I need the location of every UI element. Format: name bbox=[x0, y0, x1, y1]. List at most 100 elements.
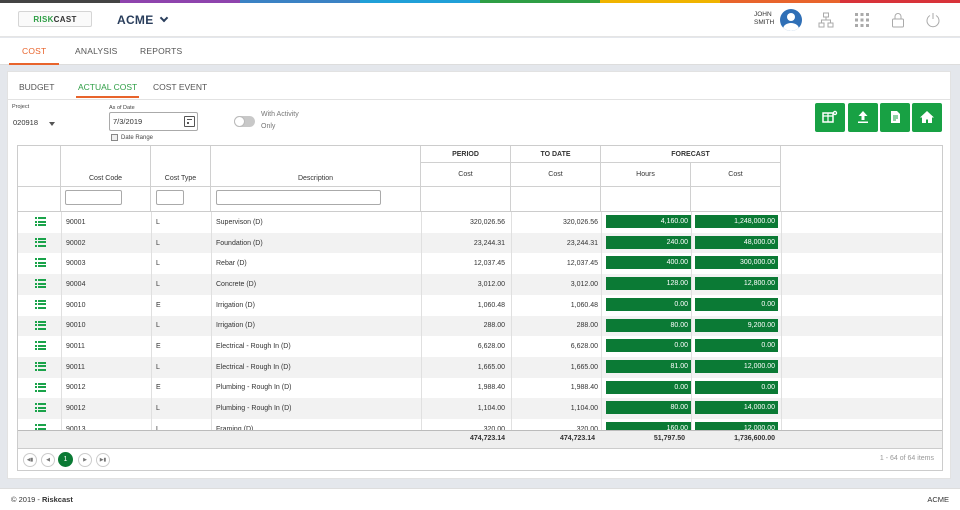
prev-page-button[interactable]: ◀ bbox=[41, 453, 55, 467]
columns-settings-button[interactable] bbox=[815, 103, 845, 132]
logo-part-risk: RISK bbox=[33, 14, 54, 24]
tab-cost-event[interactable]: COST EVENT bbox=[153, 82, 207, 92]
first-page-button[interactable]: ◀▮ bbox=[23, 453, 37, 467]
header-cost-type[interactable]: Cost Type bbox=[151, 146, 211, 186]
cell-forecast-hours[interactable]: 80.00 bbox=[606, 401, 691, 415]
cell-period-cost: 288.00 bbox=[483, 322, 505, 330]
cell-period-cost: 1,665.00 bbox=[477, 363, 505, 371]
row-details-icon[interactable] bbox=[35, 237, 46, 247]
total-forecast-hours: 51,797.50 bbox=[653, 435, 685, 442]
lock-icon[interactable] bbox=[890, 12, 906, 28]
cost-code-filter[interactable] bbox=[65, 190, 122, 205]
cell-forecast-cost[interactable]: 0.00 bbox=[695, 297, 778, 311]
row-details-icon[interactable] bbox=[35, 279, 46, 289]
header-to-date-cost[interactable]: Cost bbox=[511, 163, 601, 186]
row-details-icon[interactable] bbox=[35, 382, 46, 392]
cell-forecast-hours[interactable]: 160.00 bbox=[606, 422, 691, 430]
calendar-icon[interactable] bbox=[184, 116, 195, 127]
header-forecast-hours[interactable]: Hours bbox=[601, 163, 691, 186]
header-cost-code[interactable]: Cost Code bbox=[61, 146, 151, 186]
next-page-button[interactable]: ▶ bbox=[78, 453, 92, 467]
cost-type-filter[interactable] bbox=[156, 190, 184, 205]
tab-budget[interactable]: BUDGET bbox=[19, 82, 54, 92]
user-first-name: JOHN bbox=[754, 11, 772, 18]
cell-forecast-hours[interactable]: 0.00 bbox=[606, 380, 691, 394]
table-row[interactable]: 90002 L Foundation (D) 23,244.31 23,244.31 24… bbox=[18, 232, 942, 254]
cell-forecast-cost[interactable]: 12,800.00 bbox=[695, 277, 778, 291]
cell-forecast-hours[interactable]: 81.00 bbox=[606, 359, 691, 373]
cell-forecast-cost[interactable]: 14,000.00 bbox=[695, 401, 778, 415]
table-row[interactable]: 90010 L Irrigation (D) 288.00 288.00 80.00 9,2… bbox=[18, 315, 942, 337]
logo-part-cast: CAST bbox=[53, 14, 77, 24]
cost-panel: BUDGET ACTUAL COST COST EVENT Project 02… bbox=[7, 71, 951, 479]
table-row[interactable]: 90001 L Supervison (D) 320,026.56 320,026.56… bbox=[18, 212, 942, 233]
cell-forecast-hours[interactable]: 4,160.00 bbox=[606, 215, 691, 228]
as-of-date-input[interactable]: 7/3/2019 bbox=[109, 112, 198, 131]
table-row[interactable]: 90011 E Electrical - Rough In (D) 6,628.00 6… bbox=[18, 336, 942, 357]
cell-forecast-hours[interactable]: 0.00 bbox=[606, 297, 691, 311]
header-description[interactable]: Description bbox=[211, 146, 421, 186]
table-row[interactable]: 90010 E Irrigation (D) 1,060.48 1,060.48 0.00… bbox=[18, 295, 942, 316]
table-row[interactable]: 90012 E Plumbing - Rough In (D) 1,988.40 1,9… bbox=[18, 378, 942, 399]
table-row[interactable]: 90012 L Plumbing - Rough In (D) 1,104.00 1,1… bbox=[18, 398, 942, 419]
with-activity-toggle[interactable] bbox=[234, 116, 255, 127]
apps-grid-icon[interactable] bbox=[854, 12, 870, 28]
table-row[interactable]: 90003 L Rebar (D) 12,037.45 12,037.45 400.00 3… bbox=[18, 253, 942, 274]
cell-cost-code: 90002 bbox=[66, 239, 86, 247]
cell-forecast-cost[interactable]: 48,000.00 bbox=[695, 235, 778, 249]
cell-forecast-cost[interactable]: 12,000.00 bbox=[695, 422, 778, 430]
cell-forecast-hours[interactable]: 128.00 bbox=[606, 277, 691, 291]
row-details-icon[interactable] bbox=[35, 258, 46, 268]
cell-forecast-cost[interactable]: 0.00 bbox=[695, 380, 778, 394]
column-divider bbox=[211, 212, 212, 430]
sitemap-icon[interactable] bbox=[818, 12, 834, 28]
header-forecast-cost[interactable]: Cost bbox=[691, 163, 781, 186]
cell-forecast-hours[interactable]: 400.00 bbox=[606, 256, 691, 270]
table-row[interactable]: 90004 L Concrete (D) 3,012.00 3,012.00 128.00… bbox=[18, 274, 942, 295]
company-switcher[interactable]: ACME bbox=[117, 13, 168, 27]
power-icon[interactable] bbox=[925, 12, 941, 28]
row-details-icon[interactable] bbox=[35, 341, 46, 351]
cell-forecast-hours[interactable]: 80.00 bbox=[606, 318, 691, 332]
footer-brand: Riskcast bbox=[41, 495, 73, 504]
table-row[interactable]: 90011 L Electrical - Rough In (D) 1,665.00 1… bbox=[18, 356, 942, 378]
footer: © 2019 - Riskcast ACME bbox=[0, 488, 960, 510]
cell-forecast-cost[interactable]: 0.00 bbox=[695, 339, 778, 353]
tab-reports[interactable]: REPORTS bbox=[140, 46, 182, 56]
row-details-icon[interactable] bbox=[35, 361, 46, 371]
row-details-icon[interactable] bbox=[35, 299, 46, 309]
page-button-current[interactable]: 1 bbox=[58, 452, 73, 467]
cell-period-cost: 6,628.00 bbox=[477, 343, 505, 351]
header-period-cost[interactable]: Cost bbox=[421, 163, 511, 186]
upload-button[interactable] bbox=[848, 103, 878, 132]
riskcast-logo[interactable]: RISK CAST bbox=[18, 11, 92, 27]
export-file-icon bbox=[891, 111, 900, 123]
cell-period-cost: 1,104.00 bbox=[477, 405, 505, 413]
row-details-icon[interactable] bbox=[35, 403, 46, 413]
cell-forecast-cost[interactable]: 12,000.00 bbox=[695, 359, 778, 373]
tab-cost[interactable]: COST bbox=[8, 46, 61, 65]
column-divider bbox=[151, 212, 152, 430]
cell-forecast-hours[interactable]: 240.00 bbox=[606, 235, 691, 249]
date-range-checkbox[interactable] bbox=[111, 134, 118, 141]
cell-forecast-cost[interactable]: 1,248,000.00 bbox=[695, 215, 778, 228]
export-button[interactable] bbox=[880, 103, 910, 132]
cell-to-date-cost: 6,628.00 bbox=[570, 343, 598, 351]
cell-cost-code: 90011 bbox=[66, 343, 85, 351]
description-filter[interactable] bbox=[216, 190, 381, 205]
row-details-icon[interactable] bbox=[35, 217, 46, 226]
home-button[interactable] bbox=[912, 103, 942, 132]
tab-analysis[interactable]: ANALYSIS bbox=[75, 46, 118, 56]
with-activity-label-line2: Only bbox=[261, 123, 276, 130]
row-details-icon[interactable] bbox=[35, 320, 46, 330]
cell-cost-type: L bbox=[156, 363, 160, 371]
cell-to-date-cost: 320.00 bbox=[576, 425, 598, 430]
avatar-icon[interactable] bbox=[780, 9, 802, 31]
cell-forecast-cost[interactable]: 9,200.00 bbox=[695, 318, 778, 332]
cell-to-date-cost: 1,060.48 bbox=[570, 301, 598, 309]
last-page-button[interactable]: ▶▮ bbox=[96, 453, 110, 467]
table-row[interactable]: 90013 L Framing (D) 320.00 320.00 160.00 12,00… bbox=[18, 419, 942, 430]
cell-forecast-hours[interactable]: 0.00 bbox=[606, 339, 691, 353]
cell-forecast-cost[interactable]: 300,000.00 bbox=[695, 256, 778, 270]
tab-actual-cost[interactable]: ACTUAL COST bbox=[75, 82, 140, 98]
